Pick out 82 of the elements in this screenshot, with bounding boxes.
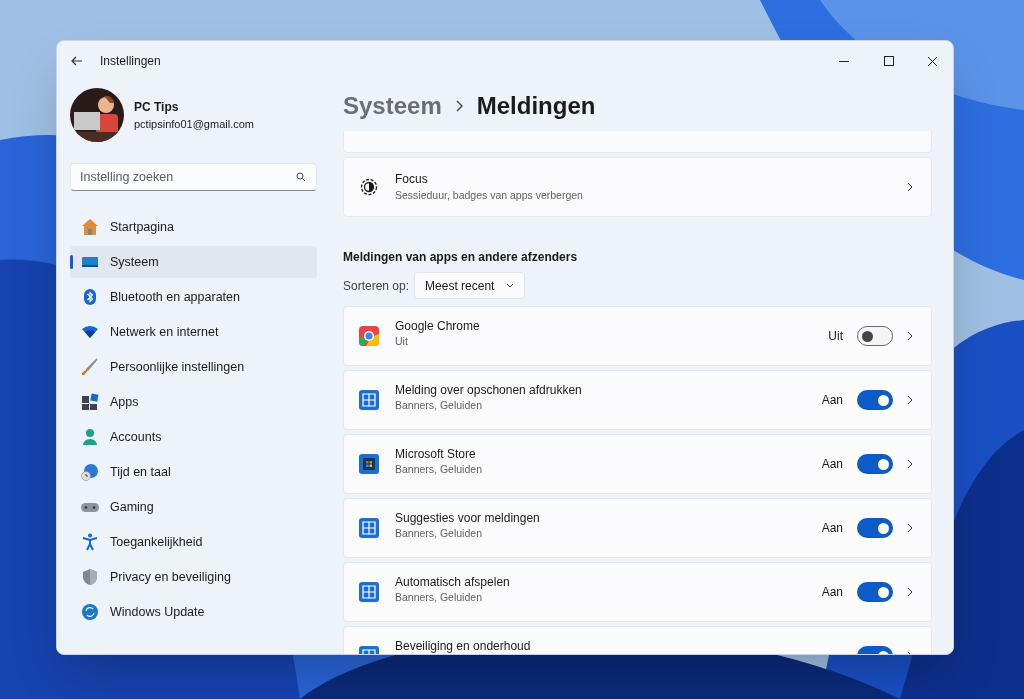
toggle-switch[interactable]	[857, 326, 893, 346]
app-notification-card[interactable]: Beveiliging en onderhoud	[343, 626, 932, 654]
page-title: Meldingen	[476, 91, 596, 121]
app-name: Microsoft Store	[395, 447, 477, 462]
sidebar-item[interactable]: Apps	[70, 386, 317, 418]
toggle-state-label: Aan	[821, 520, 843, 537]
section-heading: Meldingen van apps en andere afzenders	[343, 249, 579, 266]
app-name: Melding over opschonen afdrukken	[395, 383, 582, 398]
gamepad-icon	[80, 500, 100, 514]
monitor-icon	[81, 255, 99, 269]
chevron-right-icon	[907, 395, 913, 405]
chevron-right-icon	[455, 100, 463, 112]
chevron-right-icon	[907, 523, 913, 533]
sidebar-item[interactable]: Tijd en taal	[70, 456, 317, 488]
profile-email: pctipsinfo01@gmail.com	[134, 116, 254, 132]
app-notification-card[interactable]: Melding over opschonen afdrukken Banners, Geluiden Aan	[343, 370, 932, 430]
sidebar-item[interactable]: Systeem	[70, 246, 317, 278]
window-title: Instellingen	[100, 53, 161, 70]
caret-icon	[506, 283, 515, 288]
selection-indicator	[70, 255, 73, 269]
sidebar-item[interactable]: Privacy en beveiliging	[70, 561, 317, 593]
toggle-switch[interactable]	[857, 582, 893, 602]
sidebar-item[interactable]: Bluetooth en apparaten	[70, 281, 317, 313]
toggle-switch[interactable]	[857, 454, 893, 474]
app-description: Banners, Geluiden	[395, 526, 483, 541]
app-notification-card[interactable]: Google Chrome Uit Uit	[343, 306, 932, 366]
house-icon	[81, 218, 99, 236]
profile-name: PC Tips	[134, 98, 180, 116]
app-notification-card[interactable]: Suggesties voor meldingen Banners, Geluiden Aan	[343, 498, 932, 558]
app-notification-card[interactable]: Microsoft Store Banners, Geluiden Aan	[343, 434, 932, 494]
sync-icon	[81, 603, 99, 621]
person-icon	[82, 428, 98, 446]
settings-card[interactable]: Focus Sessieduur, badges van apps verbergen	[343, 157, 932, 217]
chevron-right-icon	[907, 182, 913, 192]
sidebar-item[interactable]: Toegankelijkheid	[70, 526, 317, 558]
app-description: Uit	[395, 334, 409, 349]
focus-icon	[360, 178, 378, 196]
window-tiles-icon	[358, 389, 380, 411]
app-description: Banners, Geluiden	[395, 462, 482, 477]
app-name: Beveiliging en onderhoud	[395, 639, 531, 654]
globe-clock-icon	[81, 463, 99, 481]
app-name: Suggesties voor meldingen	[395, 511, 540, 526]
toggle-state-label: Uit	[828, 328, 843, 345]
window-tiles-icon	[358, 581, 380, 603]
sort-dropdown[interactable]: Meest recent	[414, 272, 526, 299]
toggle-switch[interactable]	[857, 390, 893, 410]
sidebar-item[interactable]: Accounts	[70, 421, 317, 453]
sidebar-item[interactable]: Startpagina	[70, 211, 317, 243]
sidebar-item[interactable]: Persoonlijke instellingen	[70, 351, 317, 383]
toggle-state-label: Aan	[821, 456, 843, 473]
sidebar-item[interactable]: Gaming	[70, 491, 317, 523]
breadcrumb-link[interactable]: Systeem	[343, 88, 442, 124]
maximize-icon[interactable]	[884, 55, 895, 67]
app-description: Banners, Geluiden	[395, 590, 483, 605]
wifi-icon	[81, 325, 99, 339]
search-field[interactable]: Instelling zoeken	[70, 163, 317, 191]
sort-label: Sorteren op:	[343, 277, 410, 295]
paintbrush-icon	[81, 358, 99, 376]
accessibility-icon	[82, 533, 98, 551]
search-icon[interactable]	[296, 172, 306, 182]
chevron-right-icon	[907, 459, 913, 469]
close-icon[interactable]	[927, 55, 938, 67]
app-description: Banners, Geluiden	[395, 398, 483, 413]
window-tiles-icon	[358, 517, 380, 539]
app-name: Automatisch afspelen	[395, 575, 510, 590]
shield-icon	[82, 568, 98, 586]
app-name: Google Chrome	[395, 319, 480, 334]
chevron-right-icon	[907, 331, 913, 341]
store-bag-icon	[358, 453, 380, 475]
setting-title: Focus	[395, 171, 429, 189]
apps-icon	[81, 393, 99, 411]
setting-description: Sessieduur, badges van apps verbergen	[395, 188, 583, 204]
toggle-state-label: Aan	[821, 392, 843, 409]
toggle-state-label: Aan	[821, 584, 843, 601]
chrome-icon	[358, 325, 380, 347]
chevron-right-icon	[907, 587, 913, 597]
toggle-switch[interactable]	[857, 518, 893, 538]
sidebar-item[interactable]: Windows Update	[70, 596, 317, 628]
app-notification-card[interactable]: Automatisch afspelen Banners, Geluiden Aan	[343, 562, 932, 622]
bluetooth-icon	[83, 288, 97, 306]
back-arrow-icon[interactable]	[71, 56, 83, 66]
sidebar-item[interactable]: Netwerk en internet	[70, 316, 317, 348]
